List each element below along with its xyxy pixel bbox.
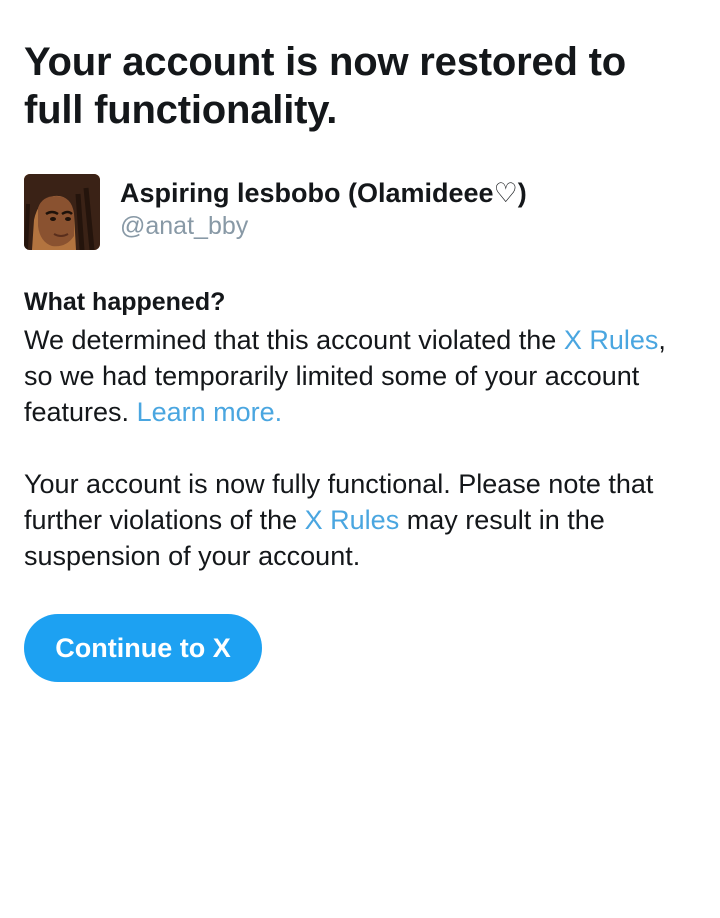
profile-avatar-illustration-icon bbox=[24, 174, 100, 250]
page-title: Your account is now restored to full fun… bbox=[24, 40, 627, 132]
avatar bbox=[24, 174, 100, 250]
continue-button[interactable]: Continue to X bbox=[24, 614, 262, 682]
x-rules-link-2[interactable]: X Rules bbox=[305, 505, 400, 535]
account-identity: Aspiring lesbobo (Olamideee♡) @anat_bby bbox=[120, 174, 527, 242]
account-card: Aspiring lesbobo (Olamideee♡) @anat_bby bbox=[24, 174, 696, 250]
restore-notice-page: Your account is now restored to full fun… bbox=[0, 0, 720, 918]
violation-text-1: We determined that this account violated… bbox=[24, 325, 564, 355]
what-happened-section: What happened? We determined that this a… bbox=[24, 286, 696, 574]
restored-paragraph: Your account is now fully functional. Pl… bbox=[24, 466, 696, 574]
learn-more-link[interactable]: Learn more. bbox=[137, 397, 283, 427]
violation-paragraph: We determined that this account violated… bbox=[24, 322, 696, 430]
display-name: Aspiring lesbobo (Olamideee♡) bbox=[120, 178, 527, 208]
x-rules-link[interactable]: X Rules bbox=[564, 325, 659, 355]
section-heading: What happened? bbox=[24, 288, 226, 316]
user-handle: @anat_bby bbox=[120, 212, 249, 240]
